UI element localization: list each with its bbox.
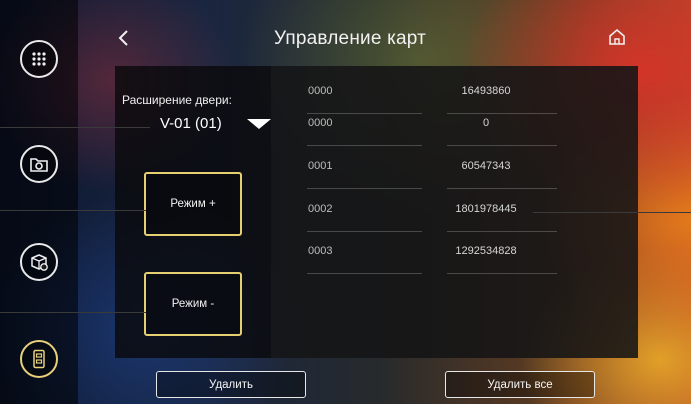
dropdown-arrow-icon	[247, 119, 271, 129]
callout-line-card-row	[533, 212, 691, 213]
callout-line-extension	[0, 127, 150, 128]
row-divider	[307, 273, 422, 274]
card-row[interactable]: 0000 0	[271, 104, 638, 146]
sidebar-item-settings[interactable]	[20, 243, 58, 281]
card-index: 0002	[308, 203, 333, 215]
card-number: 16493860	[461, 85, 511, 97]
callout-line-mode-plus	[0, 210, 146, 211]
card-index: 0003	[308, 245, 333, 257]
row-divider	[447, 188, 557, 189]
card-number: 60547343	[461, 160, 511, 172]
row-divider	[307, 188, 422, 189]
sidebar-item-cards[interactable]	[20, 340, 58, 378]
card-reader-icon	[32, 349, 46, 369]
package-settings-icon	[29, 252, 49, 272]
page-title: Управление карт	[273, 28, 427, 49]
back-button[interactable]	[112, 28, 136, 52]
row-divider	[307, 145, 422, 146]
card-row[interactable]: 0002 1801978445	[271, 190, 638, 232]
home-icon	[607, 27, 627, 52]
screenshot-frame: Управление карт Расширение двери: V-01 (…	[0, 0, 691, 404]
card-index: 0000	[308, 85, 333, 97]
delete-button[interactable]: Удалить	[156, 371, 306, 398]
door-extension-label: Расширение двери:	[122, 93, 232, 107]
callout-line-mode-minus	[0, 312, 146, 313]
card-index: 0001	[308, 160, 333, 172]
sidebar-item-keypad[interactable]	[20, 40, 58, 78]
card-row[interactable]: 0003 1292534828	[271, 232, 638, 274]
card-number: 1292534828	[455, 245, 517, 257]
sidebar-item-media[interactable]	[20, 145, 58, 183]
card-index: 0000	[308, 117, 333, 129]
card-row[interactable]: 0001 60547343	[271, 147, 638, 189]
mode-plus-button[interactable]: Режим +	[144, 172, 242, 236]
camera-folder-icon	[29, 155, 49, 173]
chevron-left-icon	[117, 29, 131, 52]
mode-minus-button[interactable]: Режим -	[144, 272, 242, 336]
sidebar	[0, 0, 78, 404]
card-number: 0	[482, 117, 490, 129]
door-extension-select[interactable]: V-01 (01)	[160, 114, 275, 134]
intercom-screen: Управление карт Расширение двери: V-01 (…	[0, 0, 691, 404]
card-number: 1801978445	[455, 203, 517, 215]
row-divider	[447, 145, 557, 146]
row-divider	[447, 273, 557, 274]
keypad-icon	[30, 50, 48, 68]
door-extension-value: V-01 (01)	[160, 115, 222, 132]
delete-all-button[interactable]: Удалить все	[445, 371, 595, 398]
home-button[interactable]	[605, 27, 629, 51]
